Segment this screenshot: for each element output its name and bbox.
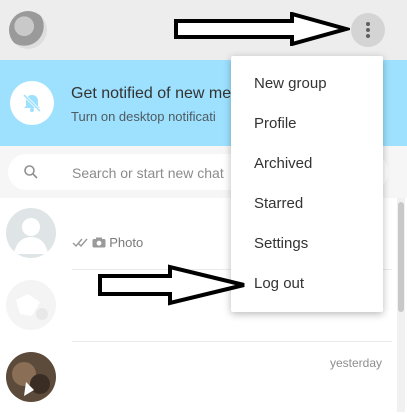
chat-preview-text: Photo — [109, 235, 144, 250]
menu-icon — [366, 22, 370, 38]
menu-item-settings[interactable]: Settings — [231, 224, 383, 264]
status-icon[interactable] — [257, 17, 281, 41]
avatar — [6, 280, 56, 330]
avatar[interactable] — [9, 11, 47, 49]
menu-item-starred[interactable]: Starred — [231, 184, 383, 224]
double-check-icon — [72, 238, 88, 248]
menu-item-new-group[interactable]: New group — [231, 64, 383, 104]
app-header — [0, 0, 407, 60]
dropdown-menu: New group Profile Archived Starred Setti… — [231, 56, 383, 312]
avatar — [6, 208, 56, 258]
camera-icon — [92, 237, 106, 248]
menu-item-log-out[interactable]: Log out — [231, 264, 383, 304]
bell-off-icon — [10, 81, 54, 125]
list-item[interactable]: yesterday — [0, 342, 392, 414]
menu-item-archived[interactable]: Archived — [231, 144, 383, 184]
notification-title: Get notified of new me — [71, 85, 232, 102]
chat-time: yesterday — [329, 356, 382, 370]
notification-subtitle[interactable]: Turn on desktop notificati — [71, 109, 216, 124]
scrollbar[interactable] — [397, 198, 405, 412]
new-chat-icon[interactable] — [308, 20, 330, 38]
menu-item-profile[interactable]: Profile — [231, 104, 383, 144]
menu-button[interactable] — [351, 13, 385, 47]
chat-preview: Photo — [72, 235, 143, 250]
avatar — [6, 352, 56, 402]
search-icon — [24, 165, 38, 179]
scrollbar-thumb[interactable] — [398, 202, 404, 312]
